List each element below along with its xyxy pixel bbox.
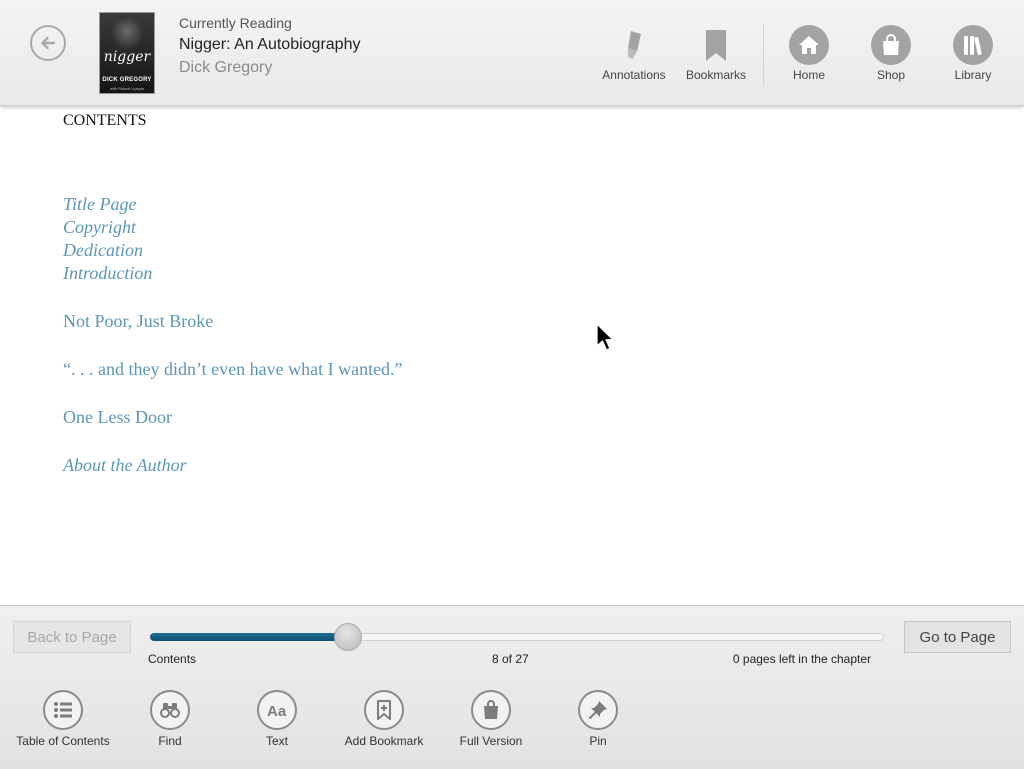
bookmarks-label: Bookmarks [685,68,747,82]
back-to-page-button[interactable]: Back to Page [13,621,131,653]
bottom-toolbar: Back to Page Go to Page Contents 8 of 27… [0,605,1024,769]
shop-icon-circle [871,25,911,65]
annotations-label: Annotations [602,68,666,82]
toc-icon-circle [43,690,83,730]
home-icon-circle [789,25,829,65]
toc-link-and-they-didnt[interactable]: “. . . and they didn’t even have what I … [63,359,403,380]
bookmark-icon [706,30,726,61]
toc-link-introduction[interactable]: Introduction [63,263,152,284]
toc-link-about-the-author[interactable]: About the Author [63,455,187,476]
progress-slider-handle[interactable] [333,623,362,651]
home-icon [799,36,819,54]
library-icon-circle [953,25,993,65]
toc-label: Table of Contents [16,734,110,748]
pages-left-label: 0 pages left in the chapter [732,652,871,666]
toc-link-one-less-door[interactable]: One Less Door [63,407,172,428]
book-cover[interactable]: nigger DICK GREGORY with Robert Lipsyte [100,13,154,93]
find-label: Find [158,734,182,748]
text-label: Text [265,734,288,748]
book-author: Dick Gregory [179,59,273,76]
list-icon [54,702,72,718]
cover-subtitle: with Robert Lipsyte [109,86,144,91]
pin-label: Pin [589,734,607,748]
progress-fill [150,633,348,641]
add-bookmark-label: Add Bookmark [344,734,424,748]
full-version-label: Full Version [459,734,523,748]
marker-icon [628,31,641,59]
cover-script-title: nigger [103,49,151,65]
bookmark-plus-icon [377,700,391,720]
back-arrow-icon [41,36,56,50]
library-label: Library [954,68,992,82]
text-icon-circle: Aa [257,690,297,730]
toc-link-copyright[interactable]: Copyright [63,217,136,238]
books-icon [964,36,982,56]
back-button[interactable] [30,25,66,61]
cover-portrait [112,17,142,53]
contents-heading: CONTENTS [63,112,147,129]
page-indicator: 8 of 27 [492,652,529,666]
book-title: Nigger: An Autobiography [179,36,361,53]
full-version-icon-circle [471,690,511,730]
add-bookmark-icon-circle [364,690,404,730]
find-icon-circle [150,690,190,730]
home-label: Home [792,68,825,82]
font-size-icon: Aa [267,703,287,720]
top-toolbar: nigger DICK GREGORY with Robert Lipsyte … [0,0,1024,106]
currently-reading-label: Currently Reading [179,15,292,31]
toc-link-title-page[interactable]: Title Page [63,194,137,215]
cover-author: DICK GREGORY [102,77,152,83]
pushpin-icon [589,701,607,719]
shopping-bag-icon [883,34,899,55]
toc-link-not-poor-just-broke[interactable]: Not Poor, Just Broke [63,311,213,332]
toc-link-dedication[interactable]: Dedication [63,240,143,261]
shopping-bag-icon [484,700,498,719]
svg-text:Aa: Aa [267,703,287,720]
binoculars-icon [160,703,180,718]
shop-label: Shop [876,68,906,82]
go-to-page-button[interactable]: Go to Page [904,621,1011,653]
mouse-pointer-icon [596,323,614,351]
pin-icon-circle [578,690,618,730]
progress-location-label: Contents [148,652,197,666]
